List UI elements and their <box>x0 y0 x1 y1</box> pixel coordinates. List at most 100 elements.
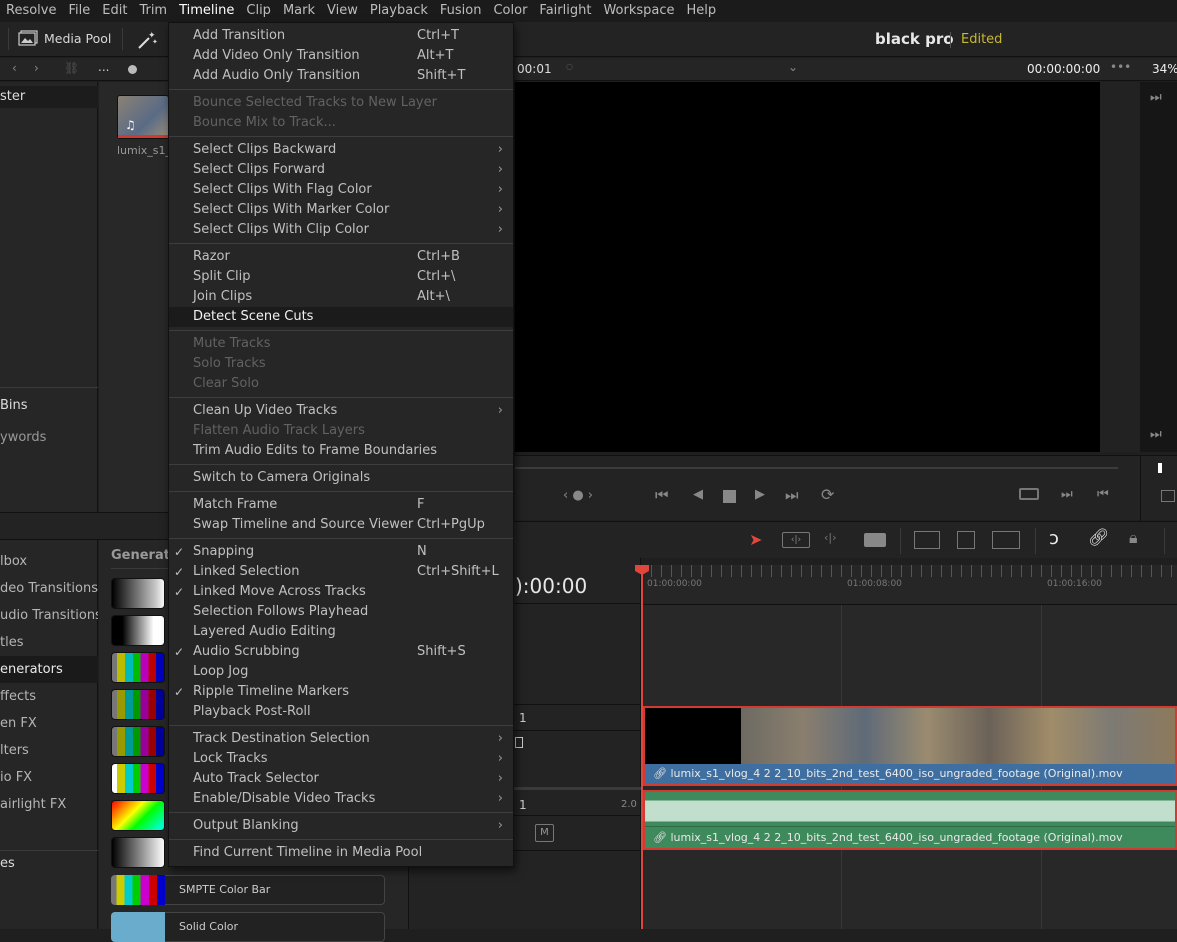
loop-icon[interactable]: ⟳ <box>821 485 834 504</box>
menu-item[interactable]: Solo Tracks <box>169 354 513 374</box>
effects-category[interactable]: udio Transitions <box>0 602 98 629</box>
effects-category[interactable]: airlight FX <box>0 791 98 818</box>
menu-item[interactable]: Bounce Mix to Track... <box>169 113 513 133</box>
media-pool-button[interactable]: Media Pool <box>18 30 111 46</box>
generator-thumb[interactable] <box>111 652 165 683</box>
menu-mark[interactable]: Mark <box>277 0 321 22</box>
go-to-start-icon[interactable]: ⏮ <box>655 486 669 504</box>
overwrite-clip-icon[interactable] <box>957 531 975 549</box>
film-icon[interactable] <box>515 737 523 748</box>
menu-playback[interactable]: Playback <box>364 0 434 22</box>
chevron-down-icon[interactable]: ⌄ <box>788 60 798 74</box>
menu-item[interactable]: ✓ Snapping N <box>169 542 513 562</box>
next-clip-icon[interactable]: ⏭ <box>1061 487 1073 502</box>
menu-item[interactable]: Select Clips Forward › <box>169 160 513 180</box>
zoom-level[interactable]: 34% <box>1152 62 1177 76</box>
menu-item[interactable]: Clean Up Video Tracks › <box>169 401 513 421</box>
replace-clip-icon[interactable] <box>992 531 1020 549</box>
thumb-size-slider[interactable] <box>128 65 137 74</box>
effects-category[interactable]: io FX <box>0 764 98 791</box>
scrubber-bar[interactable] <box>515 467 1118 469</box>
generator-thumb[interactable] <box>111 689 165 720</box>
safe-area-icon[interactable] <box>1161 490 1175 502</box>
jog-handle[interactable] <box>1158 463 1162 473</box>
menu-item[interactable]: Clear Solo <box>169 374 513 394</box>
menu-item[interactable]: Mute Tracks <box>169 334 513 354</box>
menu-item[interactable]: Enable/Disable Video Tracks › <box>169 789 513 809</box>
menu-trim[interactable]: Trim <box>133 0 173 22</box>
menu-item[interactable]: Split Clip Ctrl+\ <box>169 267 513 287</box>
effects-category[interactable]: lbox <box>0 548 98 575</box>
menu-item[interactable]: Join Clips Alt+\ <box>169 287 513 307</box>
menu-item[interactable]: Lock Tracks › <box>169 749 513 769</box>
generator-thumb[interactable] <box>111 726 165 757</box>
generator-smpte-color-bar[interactable]: SMPTE Color Bar <box>111 875 385 905</box>
back-icon[interactable]: ‹ <box>12 61 17 75</box>
menu-color[interactable]: Color <box>487 0 533 22</box>
selection-tool-icon[interactable]: ➤ <box>749 530 762 549</box>
more-icon[interactable]: ••• <box>1110 60 1131 74</box>
effects-category[interactable]: enerators <box>0 656 98 683</box>
keywords-item[interactable]: ywords <box>0 430 46 445</box>
generator-thumb[interactable] <box>111 837 165 868</box>
effects-category[interactable]: ffects <box>0 683 98 710</box>
menu-item[interactable]: Select Clips With Clip Color › <box>169 220 513 240</box>
menu-fusion[interactable]: Fusion <box>434 0 488 22</box>
insert-clip-icon[interactable] <box>914 531 940 549</box>
master-bin[interactable]: ster <box>0 86 98 108</box>
menu-resolve[interactable]: Resolve <box>0 0 62 22</box>
menu-item[interactable]: Add Transition Ctrl+T <box>169 26 513 46</box>
generator-solid-color[interactable]: Solid Color <box>111 912 385 942</box>
menu-item[interactable]: Swap Timeline and Source Viewer Ctrl+PgUp <box>169 515 513 535</box>
favorites-item[interactable]: es <box>0 856 15 871</box>
trim-edit-icon[interactable]: ‹|› <box>782 532 810 548</box>
menu-item[interactable]: Match Frame F <box>169 495 513 515</box>
menu-item[interactable]: Output Blanking › <box>169 816 513 836</box>
generator-thumb[interactable] <box>111 763 165 794</box>
generator-thumb[interactable] <box>111 800 165 831</box>
audio-clip[interactable]: 🔗︎ lumix_s1_vlog_4 2 2_10_bits_2nd_test_… <box>643 790 1177 850</box>
stop-icon[interactable] <box>723 490 736 503</box>
snapping-icon[interactable]: ↄ <box>1049 528 1059 549</box>
menu-item[interactable]: Select Clips With Flag Color › <box>169 180 513 200</box>
menu-item[interactable]: Detect Scene Cuts <box>169 307 513 327</box>
menu-item[interactable]: Select Clips With Marker Color › <box>169 200 513 220</box>
mute-button[interactable]: M <box>535 824 554 842</box>
more-options[interactable]: ... <box>98 60 109 74</box>
lock-icon[interactable]: 🔒︎ <box>1129 528 1138 548</box>
menu-edit[interactable]: Edit <box>96 0 133 22</box>
dynamic-trim-icon[interactable]: ‹|› <box>824 531 837 544</box>
menu-clip[interactable]: Clip <box>240 0 277 22</box>
effects-category[interactable]: tles <box>0 629 98 656</box>
blade-tool-icon[interactable] <box>864 533 886 547</box>
menu-item[interactable]: Flatten Audio Track Layers <box>169 421 513 441</box>
unlink-icon[interactable]: ⛓ <box>64 61 79 75</box>
menu-item[interactable]: Add Video Only Transition Alt+T <box>169 46 513 66</box>
viewer[interactable] <box>515 82 1100 452</box>
video-clip[interactable]: 🔗︎ lumix_s1_vlog_4 2 2_10_bits_2nd_test_… <box>643 706 1177 786</box>
menu-item[interactable]: Switch to Camera Originals <box>169 468 513 488</box>
effects-button[interactable]: ✦ ✦ <box>136 29 158 54</box>
generator-thumb[interactable] <box>111 615 165 646</box>
next-edit-icon[interactable]: ⏭ <box>1150 90 1162 105</box>
jog-control[interactable]: ‹ ● › <box>563 488 593 503</box>
clip-thumbnail[interactable]: ♫ <box>117 95 169 139</box>
menu-workspace[interactable]: Workspace <box>597 0 680 22</box>
playhead[interactable] <box>635 565 649 929</box>
menu-item[interactable]: Find Current Timeline in Media Pool <box>169 843 513 863</box>
menu-item[interactable]: Track Destination Selection › <box>169 729 513 749</box>
menu-item[interactable]: Playback Post-Roll <box>169 702 513 722</box>
timeline-ruler[interactable]: 01:00:00:00 01:00:08:00 01:00:16:00 <box>641 565 1177 605</box>
next-edit-icon[interactable]: ⏭ <box>1150 427 1162 442</box>
effects-category[interactable]: deo Transitions <box>0 575 98 602</box>
menu-item[interactable]: Add Audio Only Transition Shift+T <box>169 66 513 86</box>
go-to-end-icon[interactable]: ⏭ <box>785 486 799 504</box>
forward-icon[interactable]: › <box>34 61 39 75</box>
effects-category[interactable]: en FX <box>0 710 98 737</box>
effects-category[interactable]: lters <box>0 737 98 764</box>
menu-item[interactable]: ✓ Audio Scrubbing Shift+S <box>169 642 513 662</box>
menu-file[interactable]: File <box>62 0 96 22</box>
menu-item[interactable]: Loop Jog <box>169 662 513 682</box>
menu-fairlight[interactable]: Fairlight <box>533 0 597 22</box>
menu-item[interactable]: Auto Track Selector › <box>169 769 513 789</box>
